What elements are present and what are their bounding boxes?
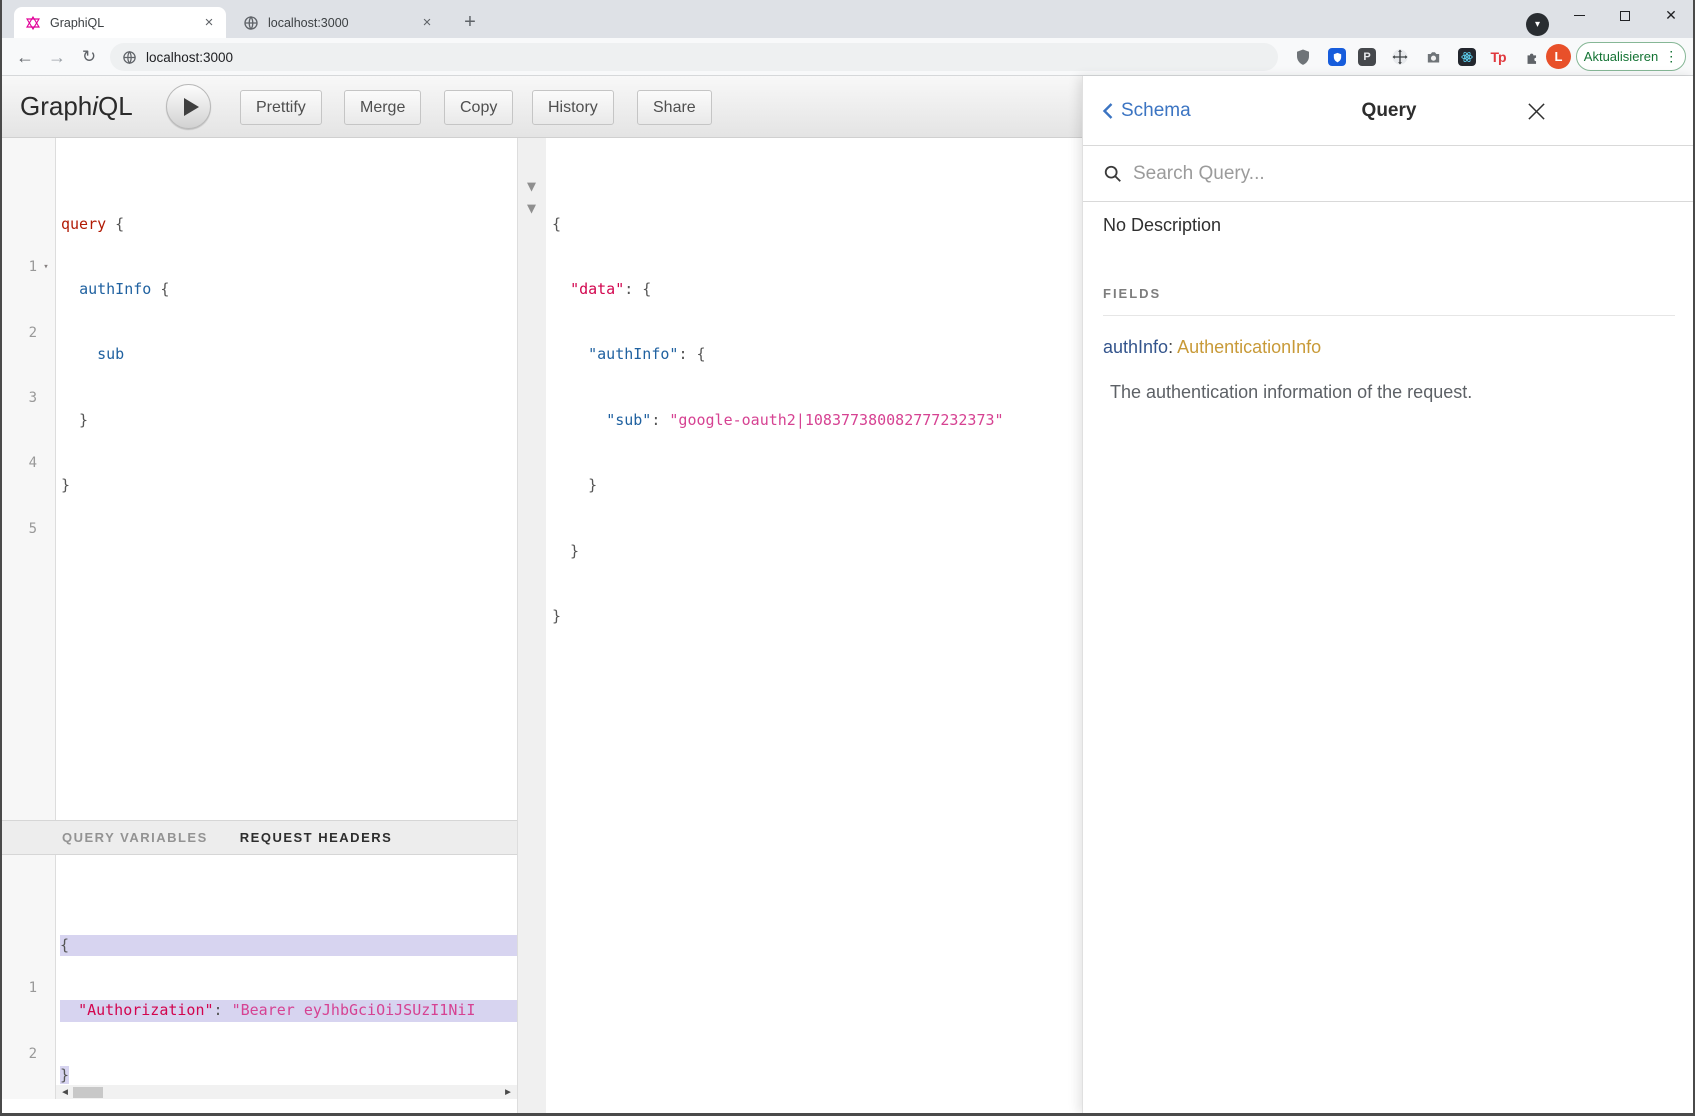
prettify-button[interactable]: Prettify (240, 90, 322, 125)
history-button[interactable]: History (532, 90, 614, 125)
query-column: 1▾ 2 3 4 5 query { authInfo { sub } } QU… (0, 138, 517, 1113)
result-json: { "data": { "authInfo": { "sub": "google… (546, 138, 1082, 671)
tab-query-variables[interactable]: QUERY VARIABLES (62, 830, 208, 845)
doc-search-row (1083, 146, 1695, 202)
fold-down-icon[interactable]: ▼ (527, 198, 536, 220)
bitwarden-extension-icon[interactable] (1327, 47, 1347, 67)
maximize-icon (1620, 11, 1630, 21)
new-tab-button[interactable]: + (456, 8, 484, 36)
doc-no-description: No Description (1103, 215, 1675, 236)
close-icon: ✕ (1665, 7, 1677, 24)
globe-icon (243, 15, 259, 31)
move-tool-extension-icon[interactable] (1390, 47, 1410, 67)
tab-title: GraphiQL (50, 16, 200, 30)
doc-field-row: authInfo: AuthenticationInfo (1103, 337, 1675, 358)
graphql-favicon-icon (25, 15, 41, 31)
tab-search-icon[interactable]: ▾ (1526, 13, 1549, 36)
execute-query-button[interactable] (166, 84, 211, 129)
update-button[interactable]: Aktualisieren ⋮ (1576, 42, 1686, 71)
query-code: query { authInfo { sub } } (56, 138, 517, 541)
doc-body: No Description FIELDS authInfo: Authenti… (1083, 215, 1695, 403)
doc-fields-header: FIELDS (1103, 286, 1675, 301)
back-icon[interactable]: ← (12, 44, 38, 70)
window-border-left (0, 0, 2, 1116)
doc-close-button[interactable] (1523, 98, 1549, 124)
doc-back-label: Schema (1121, 100, 1191, 122)
forward-icon[interactable]: → (44, 44, 70, 70)
reload-icon[interactable]: ↻ (76, 44, 102, 70)
doc-title: Query (1362, 100, 1417, 122)
fold-down-icon[interactable]: ▼ (527, 176, 536, 198)
minimize-button[interactable] (1556, 0, 1602, 31)
update-button-label: Aktualisieren (1584, 49, 1658, 64)
maximize-button[interactable] (1602, 0, 1648, 31)
tab-close-icon[interactable]: × (418, 14, 436, 32)
camera-extension-icon[interactable] (1423, 47, 1443, 67)
p-extension-icon[interactable]: P (1357, 47, 1377, 67)
scrollbar-thumb[interactable] (73, 1087, 103, 1098)
doc-explorer-panel: Schema Query No Description FIELDS authI… (1082, 76, 1695, 1113)
globe-icon (122, 50, 137, 65)
search-icon (1103, 164, 1123, 184)
doc-field-name-link[interactable]: authInfo (1103, 337, 1168, 357)
more-menu-icon[interactable]: ⋮ (1664, 48, 1678, 65)
react-devtools-extension-icon[interactable] (1457, 47, 1477, 67)
tab-close-icon[interactable]: × (200, 14, 218, 32)
doc-back-link[interactable]: Schema (1101, 100, 1191, 122)
doc-divider (1103, 315, 1675, 316)
doc-search-input[interactable] (1133, 163, 1553, 185)
result-fold-gutter: ▼ ▼ (518, 138, 546, 1113)
doc-explorer-header: Schema Query (1083, 76, 1695, 146)
close-window-button[interactable]: ✕ (1648, 0, 1694, 31)
query-editor-gutter: 1▾ 2 3 4 5 (0, 138, 56, 820)
tab-title: localhost:3000 (268, 16, 418, 30)
gutter-fold-icon[interactable]: ▾ (37, 257, 55, 279)
query-editor[interactable]: 1▾ 2 3 4 5 query { authInfo { sub } } (0, 138, 517, 820)
close-icon (1527, 102, 1546, 121)
share-button[interactable]: Share (637, 90, 712, 125)
doc-field-description: The authentication information of the re… (1103, 382, 1675, 403)
copy-button[interactable]: Copy (444, 90, 513, 125)
minimize-icon (1574, 15, 1585, 16)
tp-extension-icon[interactable]: Tp (1488, 47, 1508, 67)
browser-titlebar: GraphiQL × localhost:3000 × + ▾ ✕ (0, 0, 1695, 38)
chevron-left-icon (1101, 102, 1114, 120)
scroll-left-icon[interactable]: ◂ (58, 1085, 72, 1099)
merge-button[interactable]: Merge (344, 90, 421, 125)
profile-avatar[interactable]: L (1546, 44, 1571, 69)
graphiql-logo: GraphiQL (20, 91, 133, 122)
scroll-right-icon[interactable]: ▸ (501, 1085, 515, 1099)
headers-code: { "Authorization": "Bearer eyJhbGciOiJSU… (56, 855, 517, 1099)
browser-tab-localhost[interactable]: localhost:3000 × (232, 7, 444, 38)
address-bar[interactable]: localhost:3000 (110, 43, 1278, 71)
extensions-puzzle-icon[interactable] (1522, 47, 1542, 67)
headers-editor-gutter: 1 2 3 (0, 855, 56, 1099)
secondary-editor-titlebar: QUERY VARIABLES REQUEST HEADERS (0, 820, 517, 855)
request-headers-editor[interactable]: 1 2 3 { "Authorization": "Bearer eyJhbGc… (0, 855, 517, 1099)
browser-tab-graphiql[interactable]: GraphiQL × (14, 7, 226, 38)
tab-request-headers[interactable]: REQUEST HEADERS (240, 830, 393, 845)
doc-field-type-link[interactable]: AuthenticationInfo (1177, 337, 1321, 357)
play-icon (184, 98, 199, 116)
horizontal-scrollbar[interactable]: ◂ ▸ (56, 1085, 517, 1099)
address-url: localhost:3000 (146, 50, 233, 65)
result-pane: ▼ ▼ { "data": { "authInfo": { "sub": "go… (517, 138, 1082, 1113)
graphiql-topbar: GraphiQL Prettify Merge Copy History Sha… (0, 76, 1082, 138)
ublock-extension-icon[interactable] (1293, 47, 1313, 67)
